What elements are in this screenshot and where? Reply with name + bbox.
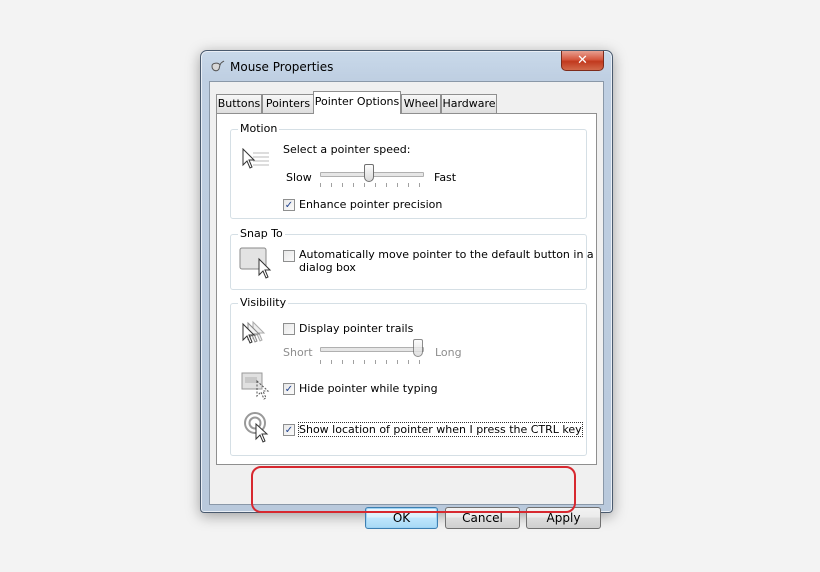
pointer-trails-icon — [242, 320, 266, 344]
mouse-properties-window: Mouse Properties ✕ Buttons Pointers Poin… — [200, 50, 613, 529]
trail-length-ticks — [320, 360, 424, 364]
show-pointer-location-checkbox[interactable]: ✓ — [283, 424, 295, 436]
visibility-group: Visibility Display pointer trails Short … — [230, 296, 587, 456]
snap-to-button-icon — [239, 247, 272, 279]
pointer-speed-label: Select a pointer speed: — [283, 143, 411, 156]
cancel-button[interactable]: Cancel — [445, 507, 520, 529]
visibility-legend: Visibility — [238, 296, 289, 309]
enhance-precision-label[interactable]: Enhance pointer precision — [299, 198, 442, 211]
slow-label: Slow — [286, 171, 312, 184]
tab-pointers[interactable]: Pointers — [262, 94, 314, 113]
dialog-client-area: Buttons Pointers Pointer Options Wheel H… — [209, 81, 604, 529]
annotation-highlight — [251, 466, 576, 513]
apply-button[interactable]: Apply — [526, 507, 601, 529]
pointer-trails-label[interactable]: Display pointer trails — [299, 322, 413, 335]
short-label: Short — [283, 346, 313, 359]
show-pointer-location-label[interactable]: Show location of pointer when I press th… — [298, 422, 583, 437]
close-icon: ✕ — [577, 53, 588, 68]
snap-to-label-line1[interactable]: Automatically move pointer to the defaul… — [299, 248, 594, 261]
snap-to-label-line2[interactable]: dialog box — [299, 261, 356, 274]
pointer-speed-icon — [242, 148, 269, 169]
tab-wheel[interactable]: Wheel — [401, 94, 441, 113]
motion-legend: Motion — [238, 122, 280, 135]
snap-to-checkbox[interactable] — [283, 250, 295, 262]
pointer-speed-slider[interactable] — [364, 164, 374, 182]
tab-pointer-options[interactable]: Pointer Options — [313, 91, 401, 114]
title-bar[interactable]: Mouse Properties ✕ — [201, 51, 612, 81]
trail-length-track — [320, 347, 424, 352]
pointer-speed-ticks — [320, 183, 424, 187]
show-pointer-location-icon — [244, 412, 269, 443]
snap-to-legend: Snap To — [238, 227, 285, 240]
snap-to-group: Snap To Automatically move pointer to th… — [230, 227, 594, 290]
enhance-precision-checkbox[interactable]: ✓ — [283, 199, 295, 211]
tab-hardware[interactable]: Hardware — [441, 94, 497, 113]
ok-button[interactable]: OK — [365, 507, 438, 529]
fast-label: Fast — [434, 171, 457, 184]
pointer-options-panel: Motion Select a pointer speed: Slow Fast… — [216, 113, 597, 513]
hide-pointer-icon — [241, 372, 270, 400]
hide-pointer-label[interactable]: Hide pointer while typing — [299, 382, 438, 395]
tab-buttons[interactable]: Buttons — [216, 94, 262, 113]
long-label: Long — [435, 346, 462, 359]
mouse-app-icon — [211, 60, 225, 72]
trail-length-slider — [413, 339, 423, 357]
close-button[interactable]: ✕ — [561, 51, 604, 71]
window-title: Mouse Properties — [230, 60, 334, 74]
pointer-trails-checkbox[interactable] — [283, 323, 295, 335]
motion-group: Motion Select a pointer speed: Slow Fast… — [230, 122, 587, 219]
hide-pointer-checkbox[interactable]: ✓ — [283, 383, 295, 395]
